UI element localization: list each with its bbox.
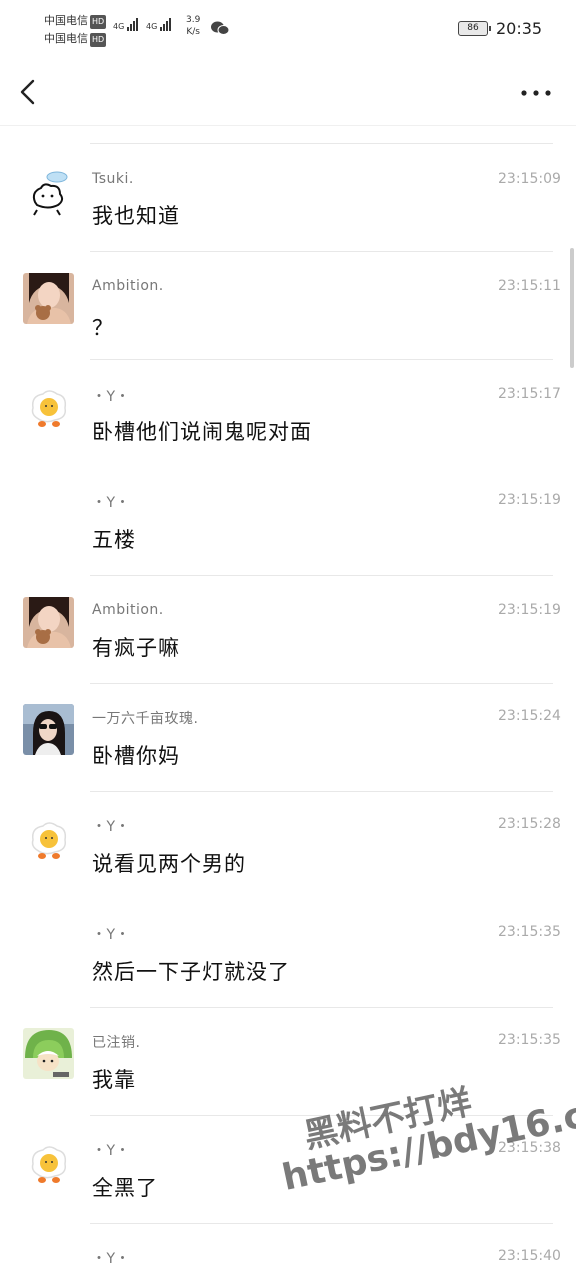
message-text: 我靠: [92, 1068, 136, 1092]
back-icon[interactable]: [14, 76, 44, 108]
sender-name: ・Y・: [92, 389, 131, 405]
list-item[interactable]: Ambition. 23:15:11 ？: [0, 252, 576, 360]
message-text: 然后一下子灯就没了: [92, 960, 290, 984]
network-speed: 3.9 K/s: [186, 15, 201, 37]
clock: 20:35: [496, 19, 543, 38]
sender-name: ・Y・: [92, 819, 131, 835]
message-text: 五楼: [92, 528, 136, 552]
signal-icon: 4G: [113, 18, 139, 31]
message-text: 说看见两个男的: [92, 852, 246, 876]
message-time: 23:15:11: [498, 278, 561, 294]
message-text: 卧槽你妈: [92, 744, 180, 768]
message-time: 23:15:09: [498, 171, 561, 187]
sender-name: Ambition.: [92, 602, 164, 618]
avatar[interactable]: [23, 168, 74, 219]
carrier-label: 中国电信 HD: [44, 32, 107, 47]
list-item[interactable]: Tsuki. 23:15:09 我也知道: [0, 144, 576, 252]
message-time: 23:15:17: [498, 386, 561, 402]
nav-bar: [0, 56, 576, 126]
list-item[interactable]: 一万六千亩玫瑰. 23:15:24 卧槽你妈: [0, 684, 576, 792]
scrollbar[interactable]: [570, 248, 574, 368]
list-item[interactable]: ・Y・ 23:15:19 五楼: [0, 468, 576, 576]
list-item[interactable]: ・Y・ 23:15:40: [0, 1224, 576, 1280]
message-time: 23:15:19: [498, 602, 561, 618]
avatar[interactable]: [23, 382, 74, 433]
message-text: 有疯子嘛: [92, 636, 180, 660]
message-time: 23:15:40: [498, 1248, 561, 1264]
message-time: 23:15:28: [498, 816, 561, 832]
sender-name: Tsuki.: [92, 171, 134, 187]
sender-name: ・Y・: [92, 1143, 131, 1159]
avatar[interactable]: [23, 597, 74, 648]
more-icon[interactable]: [516, 86, 556, 100]
message-time: 23:15:35: [498, 1032, 561, 1048]
battery-icon: 86: [458, 21, 491, 36]
message-text: ？: [92, 316, 114, 340]
message-text: 我也知道: [92, 204, 180, 228]
list-item[interactable]: 已注销. 23:15:35 我靠: [0, 1008, 576, 1116]
list-item[interactable]: ・Y・ 23:15:28 说看见两个男的: [0, 792, 576, 900]
avatar[interactable]: [23, 1138, 74, 1189]
list-item[interactable]: ・Y・ 23:15:17 卧槽他们说闹鬼呢对面: [0, 360, 576, 468]
sender-name: ・Y・: [92, 1251, 131, 1267]
avatar[interactable]: [23, 1028, 74, 1079]
avatar[interactable]: [23, 704, 74, 755]
list-item[interactable]: Ambition. 23:15:19 有疯子嘛: [0, 576, 576, 684]
avatar[interactable]: [23, 814, 74, 865]
sender-name: ・Y・: [92, 927, 131, 943]
message-time: 23:15:35: [498, 924, 561, 940]
sender-name: Ambition.: [92, 278, 164, 294]
status-bar: 中国电信 HD 中国电信 HD 4G 4G 3.9 K/s 86 20:35: [0, 0, 576, 56]
message-time: 23:15:24: [498, 708, 561, 724]
signal-icon: 4G: [146, 18, 172, 31]
message-time: 23:15:19: [498, 492, 561, 508]
list-item[interactable]: ・Y・ 23:15:35 然后一下子灯就没了: [0, 900, 576, 1008]
sender-name: 一万六千亩玫瑰.: [92, 711, 199, 727]
avatar[interactable]: [23, 273, 74, 324]
message-text: 卧槽他们说闹鬼呢对面: [92, 420, 312, 444]
wechat-icon: [211, 21, 230, 35]
carrier-label: 中国电信 HD: [44, 14, 107, 29]
sender-name: 已注销.: [92, 1035, 141, 1051]
message-text: 全黑了: [92, 1176, 158, 1200]
sender-name: ・Y・: [92, 495, 131, 511]
